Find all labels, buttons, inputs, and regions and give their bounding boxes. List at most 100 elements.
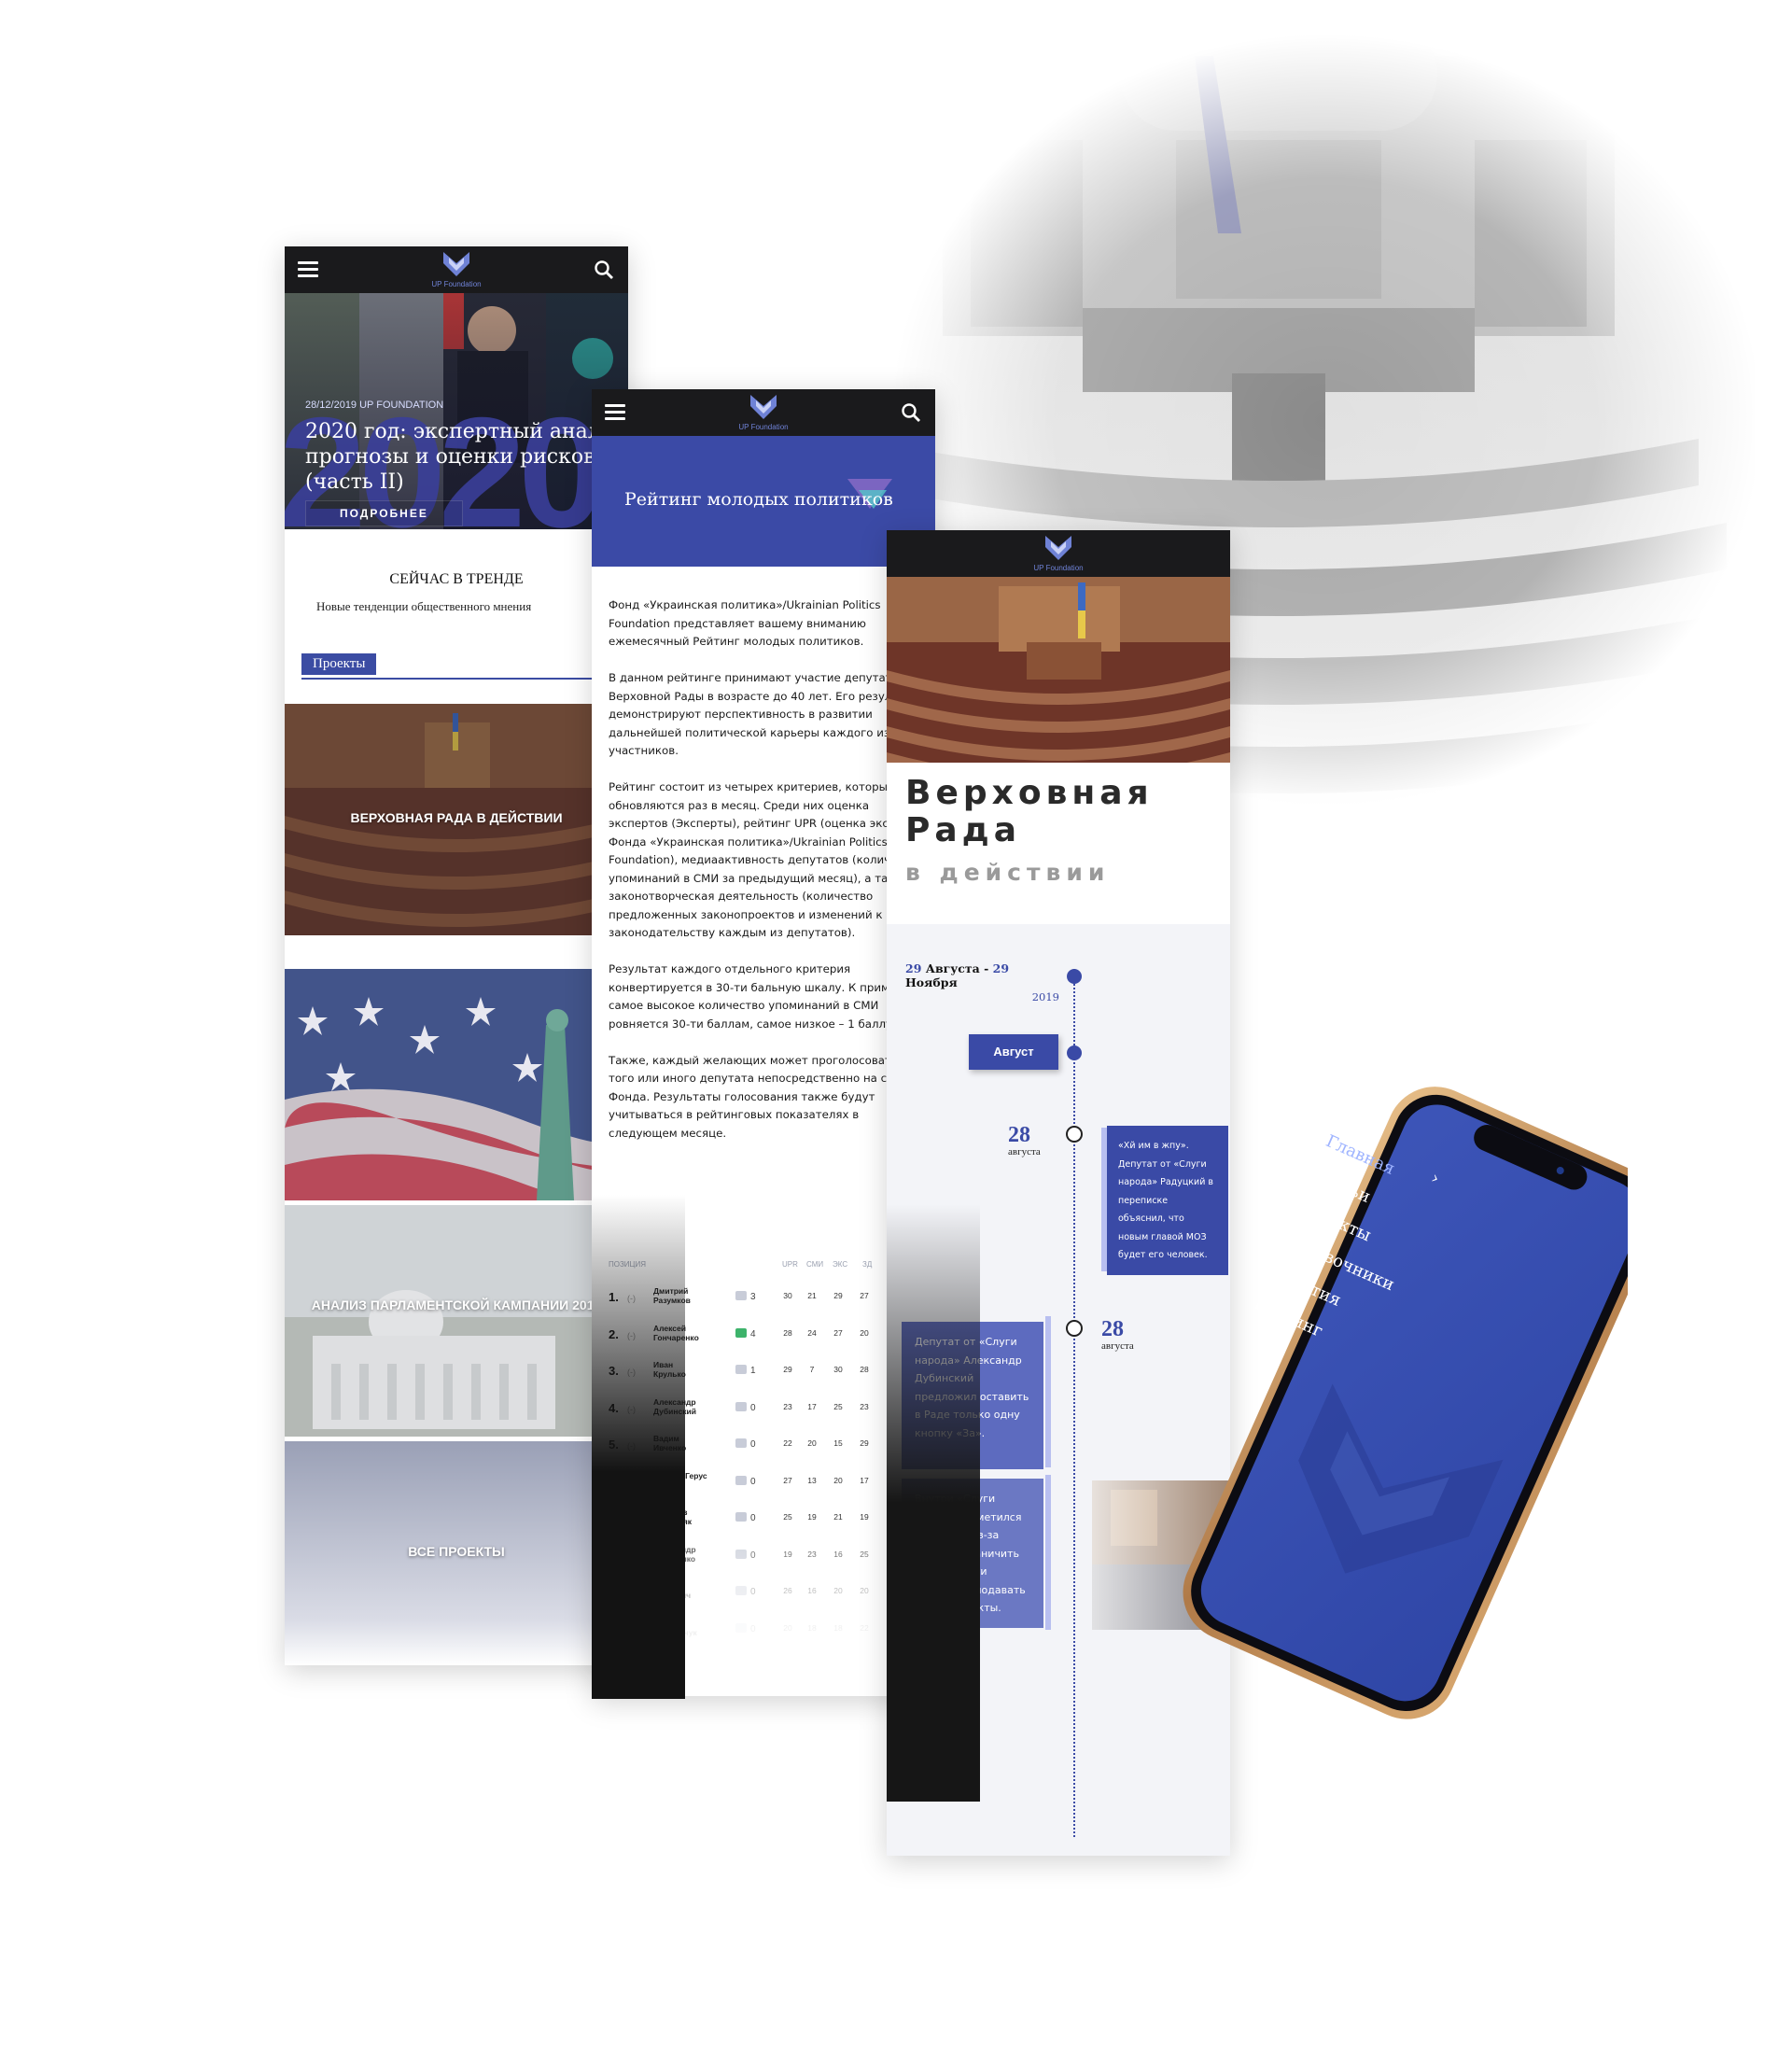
event-card[interactable]: Депутат от «Слуги народа» Александр Дуби… <box>902 1322 1043 1469</box>
thumbs-up-icon[interactable] <box>735 1512 747 1522</box>
thumbs-up-icon[interactable] <box>735 1438 747 1448</box>
row-name[interactable]: Ярослав Железняк <box>653 1508 707 1526</box>
timeline-dot-open <box>1066 1320 1083 1337</box>
row-position: 6. <box>609 1474 619 1489</box>
row-position: 4. <box>609 1400 619 1415</box>
row-like-count: 0 <box>750 1513 756 1523</box>
row-score: 29 <box>833 1291 843 1300</box>
table-row[interactable]: 4. (-) Александр Дубинский 0 23 17 25 23 <box>609 1392 931 1429</box>
row-score: 15 <box>833 1438 843 1448</box>
row-position: 3. <box>609 1364 619 1378</box>
row-score: 24 <box>807 1327 817 1338</box>
trend-subtitle: Новые тенденции общественного мнения <box>316 599 532 613</box>
thumbs-up-icon[interactable] <box>735 1365 747 1374</box>
row-name[interactable]: Вадим Ивченко <box>653 1434 707 1452</box>
row-likes[interactable]: 0 <box>735 1475 756 1487</box>
table-row[interactable]: 5. (-) Вадим Ивченко 0 22 20 15 29 <box>609 1428 931 1466</box>
row-like-count: 0 <box>750 1402 756 1413</box>
thumbs-up-icon[interactable] <box>735 1401 747 1411</box>
hero-slide[interactable]: 2020 28/12/2019 UP FOUNDATION 2020 год: … <box>285 293 628 529</box>
paragraph: Также, каждый желающих может проголосова… <box>609 1053 915 1140</box>
row-score: 7 <box>809 1365 815 1374</box>
more-button[interactable]: ПОДРОБНЕЕ <box>305 500 463 526</box>
project-card-analysis[interactable]: АНАЛИЗ ПАРЛАМЕНТСКОЙ КАМПАНИИ 2019 <box>285 1205 628 1437</box>
row-score: 20 <box>807 1438 817 1448</box>
card-photo <box>285 1205 628 1437</box>
row-name[interactable]: Дмитрий Разумков <box>653 1286 707 1305</box>
col-smi: СМИ <box>806 1260 824 1269</box>
timeline-range: 29 Августа - 29 Ноября 2019 <box>905 961 1059 1003</box>
menu-icon[interactable] <box>605 404 625 421</box>
row-score: 25 <box>833 1401 843 1411</box>
row-name[interactable]: Александр Дубинский <box>653 1397 707 1416</box>
row-change: (-) <box>627 1404 636 1414</box>
event-card[interactable]: Внутри «Слуги народа» наметился конфликт… <box>902 1479 1043 1628</box>
row-score: 29 <box>860 1438 869 1448</box>
row-name[interactable]: Андрей Герус <box>653 1471 707 1480</box>
table-row[interactable]: 1. (-) Дмитрий Разумков 3 30 21 29 27 <box>609 1281 931 1318</box>
row-likes[interactable]: 4 <box>735 1327 756 1340</box>
row-score: 27 <box>860 1291 869 1300</box>
screen-home: UP Foundation 2020 28/12/2019 UP FOUNDAT… <box>285 246 628 1665</box>
row-like-count: 0 <box>750 1476 756 1487</box>
project-card-usa[interactable] <box>285 969 628 1200</box>
col-position: ПОЗИЦИЯ <box>609 1260 646 1269</box>
row-name[interactable]: Иван Крулько <box>653 1360 707 1379</box>
row-score: 28 <box>860 1365 869 1374</box>
paragraph: Фонд «Украинская политика»/Ukrainian Pol… <box>609 598 881 648</box>
row-score: 30 <box>783 1291 792 1300</box>
screen-rating: UP Foundation Рейтинг молодых политиков … <box>592 389 935 1696</box>
rating-title: Рейтинг молодых политиков <box>624 489 893 510</box>
tab-projects[interactable]: Проекты <box>301 653 377 675</box>
card-photo <box>285 969 628 1200</box>
timeline-dot <box>1067 1045 1082 1060</box>
row-likes[interactable]: 0 <box>735 1401 756 1413</box>
rada-title: Верховная Рада <box>905 775 1223 849</box>
row-likes[interactable]: 3 <box>735 1291 756 1302</box>
range-month-start: Августа <box>925 961 980 975</box>
logo-icon <box>443 252 469 276</box>
rada-photo <box>887 577 1230 763</box>
col-zd: ЗД <box>862 1260 873 1269</box>
row-position: 1. <box>609 1290 619 1304</box>
row-likes[interactable]: 0 <box>735 1512 756 1523</box>
hero-title[interactable]: 2020 год: экспертный анализ, прогнозы и … <box>305 419 628 495</box>
site-logo[interactable]: UP Foundation <box>424 250 489 291</box>
table-row[interactable]: 2. (-) Алексей Гончаренко 4 28 24 27 20 <box>609 1318 931 1355</box>
event-month: августа <box>1101 1340 1134 1352</box>
card-caption: АНАЛИЗ ПАРЛАМЕНТСКОЙ КАМПАНИИ 2019 <box>311 1298 602 1312</box>
project-card-rada[interactable]: ВЕРХОВНАЯ РАДА В ДЕЙСТВИИ <box>285 704 628 935</box>
paragraph: В данном рейтинге принимают участие депу… <box>609 671 927 757</box>
timeline-line <box>1073 969 1075 1837</box>
search-icon[interactable] <box>900 401 922 424</box>
event-day: 28 <box>1008 1123 1030 1147</box>
row-like-count: 0 <box>750 1439 756 1450</box>
table-row[interactable]: 6. (-) Андрей Герус 0 27 13 20 17 <box>609 1466 931 1503</box>
all-projects-card[interactable]: ВСЕ ПРОЕКТЫ <box>285 1441 628 1665</box>
table-row[interactable]: 3. (-) Иван Крулько 1 29 7 30 28 <box>609 1354 931 1392</box>
menu-icon[interactable] <box>298 261 318 278</box>
row-name[interactable]: Алексей Гончаренко <box>653 1324 707 1342</box>
month-button[interactable]: Август <box>969 1034 1058 1070</box>
row-score: 30 <box>833 1365 843 1374</box>
phone-frame <box>1183 1087 1659 1719</box>
event-month: августа <box>1008 1146 1041 1157</box>
row-likes[interactable]: 0 <box>735 1438 756 1450</box>
rada-subtitle: в действии <box>905 859 1111 886</box>
row-change: (-) <box>627 1515 636 1524</box>
row-score: 23 <box>860 1401 869 1411</box>
logo-text: UP Foundation <box>738 423 789 431</box>
thumbs-up-icon[interactable] <box>735 1475 747 1485</box>
row-score: 17 <box>860 1475 869 1485</box>
site-logo[interactable]: UP Foundation <box>1026 534 1091 575</box>
tab-underline <box>301 678 628 680</box>
row-change: (-) <box>627 1441 636 1451</box>
col-eks: ЭКС <box>833 1260 848 1269</box>
table-row[interactable]: 7. (-) Ярослав Железняк 0 25 19 21 19 <box>609 1502 931 1539</box>
site-logo[interactable]: UP Foundation <box>731 393 796 434</box>
row-likes[interactable]: 1 <box>735 1365 756 1376</box>
thumbs-up-icon[interactable] <box>735 1327 747 1338</box>
row-score: 22 <box>783 1438 792 1448</box>
search-icon[interactable] <box>593 259 615 281</box>
thumbs-up-icon[interactable] <box>735 1291 747 1300</box>
